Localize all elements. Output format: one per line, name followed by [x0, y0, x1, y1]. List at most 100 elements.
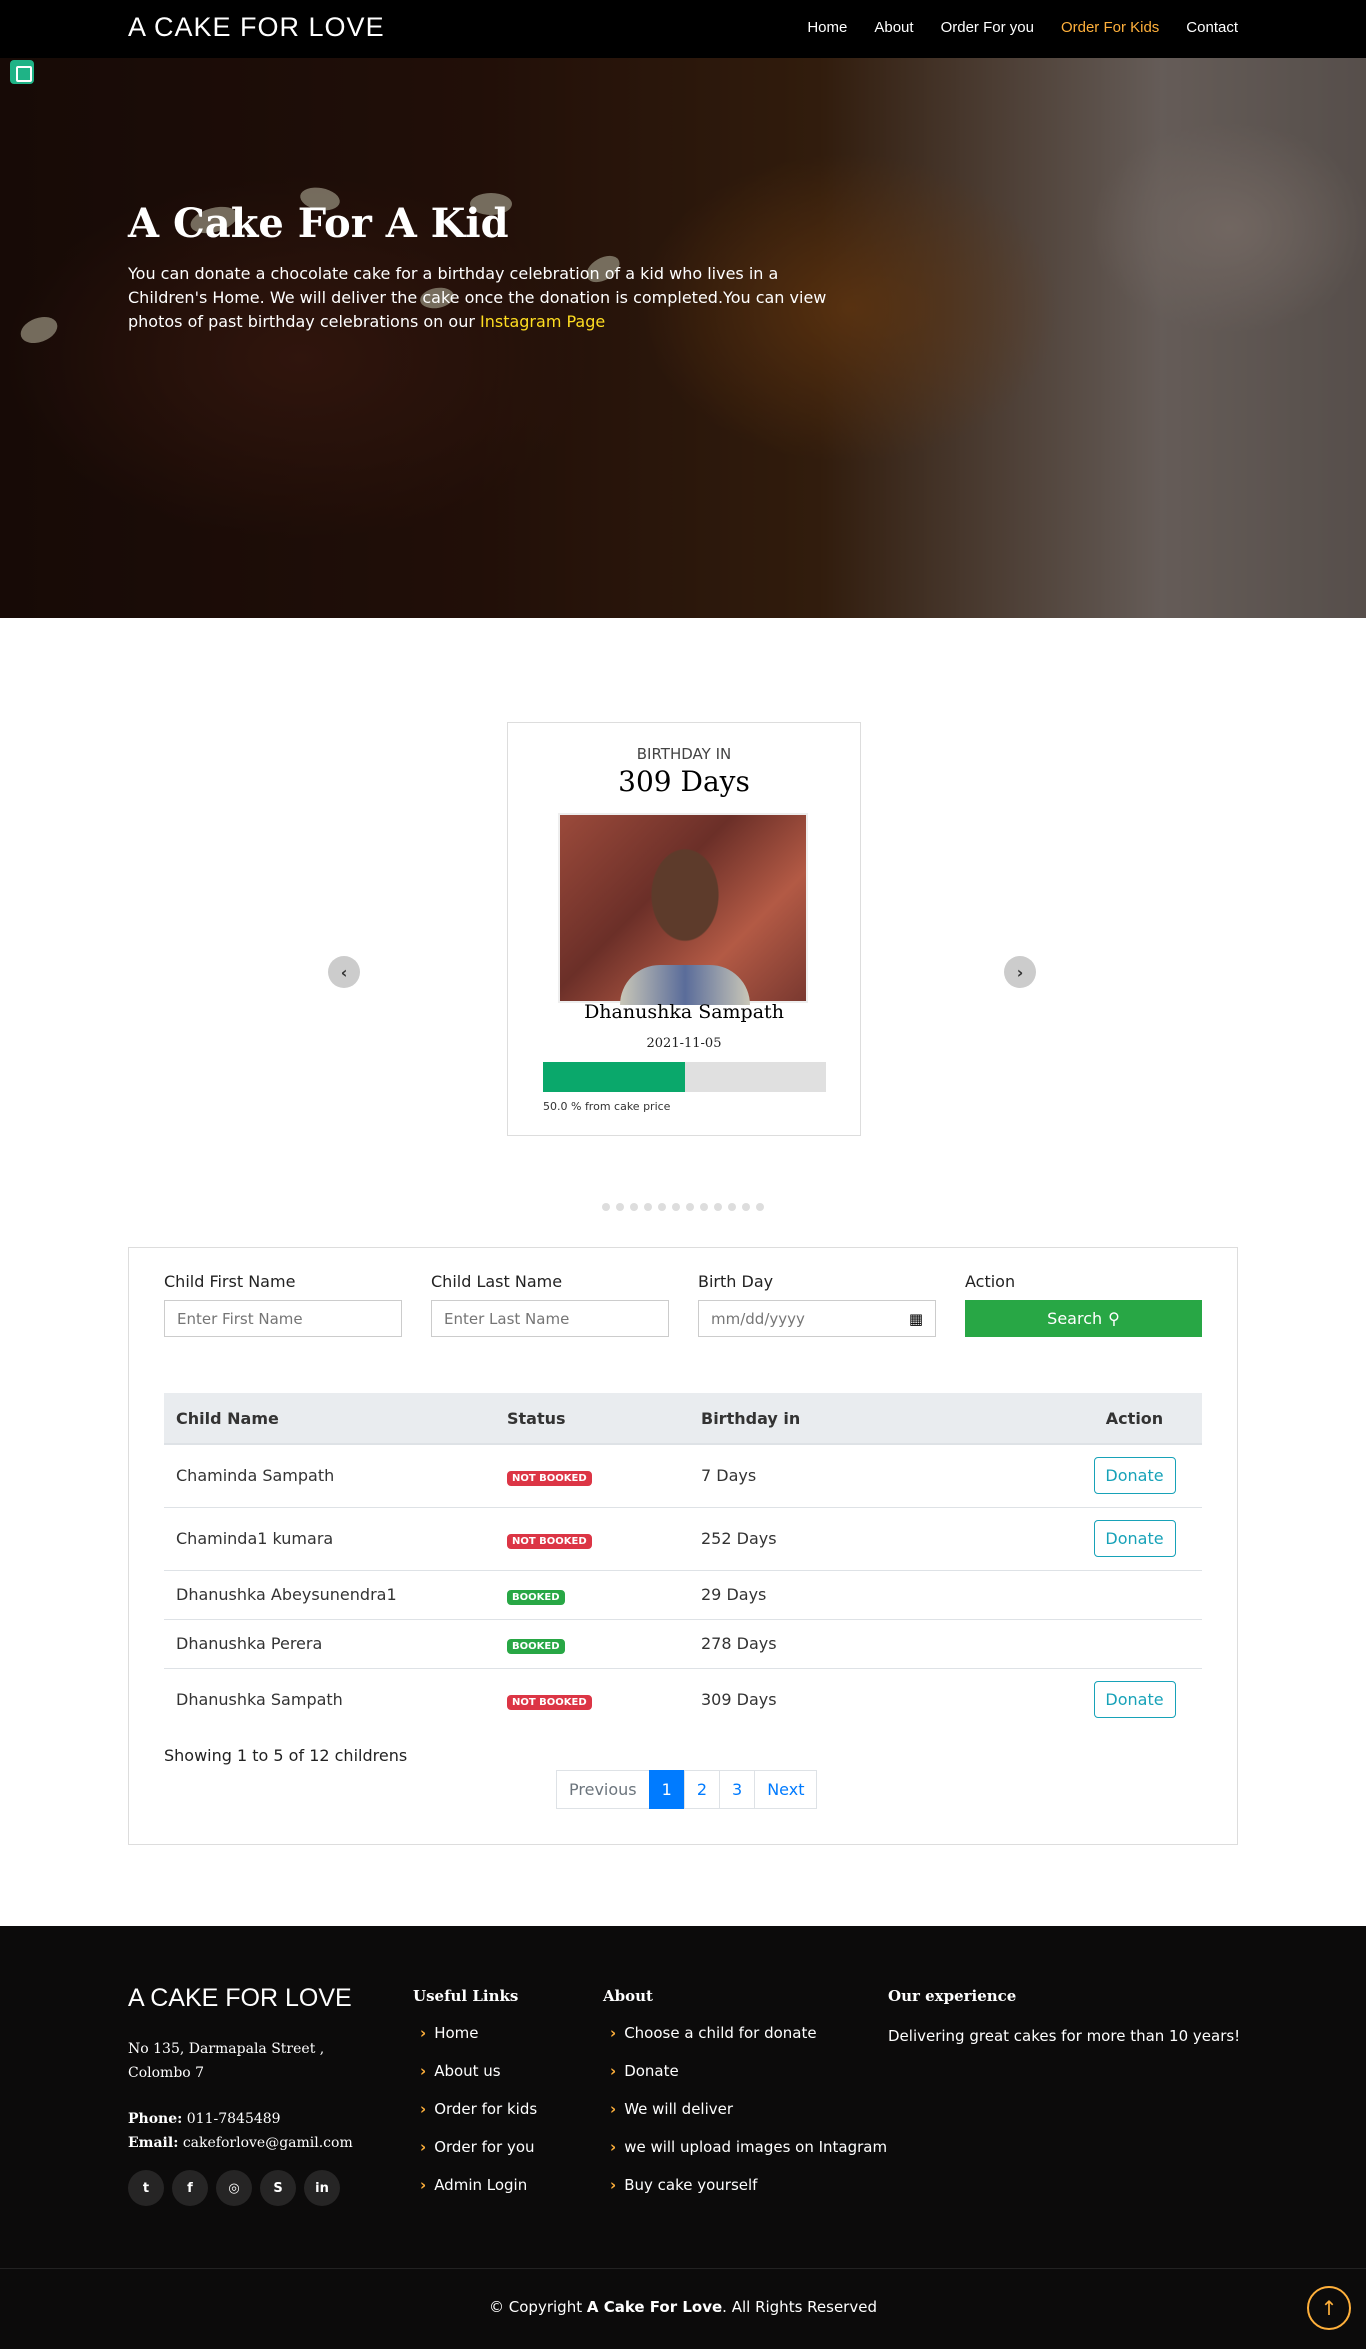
- birthday-label: Birth Day: [698, 1272, 774, 1291]
- about-link-donate[interactable]: Donate: [610, 2062, 887, 2100]
- carousel-indicator[interactable]: [728, 1203, 736, 1211]
- site-logo[interactable]: A CAKE FOR LOVE: [128, 12, 385, 43]
- donate-button[interactable]: Donate: [1093, 1520, 1176, 1557]
- action-cell: [1067, 1618, 1202, 1668]
- carousel-next-button[interactable]: ›: [1004, 956, 1036, 988]
- birthday-placeholder: mm/dd/yyyy: [711, 1309, 805, 1328]
- nav-order-for-you[interactable]: Order For you: [941, 19, 1034, 36]
- page-2[interactable]: 2: [683, 1770, 720, 1809]
- days-count: 309 Days: [618, 765, 750, 798]
- chevron-left-icon: ‹: [340, 962, 348, 982]
- header-action: Action: [1067, 1393, 1202, 1445]
- carousel-indicator[interactable]: [602, 1203, 610, 1211]
- chevron-right-icon: ›: [1016, 962, 1024, 982]
- footer-link-home[interactable]: Home: [420, 2024, 537, 2062]
- action-cell: Donate: [1067, 1667, 1202, 1731]
- showing-count: Showing 1 to 5 of 12 childrens: [164, 1746, 408, 1765]
- donate-button[interactable]: Donate: [1093, 1681, 1176, 1719]
- carousel-indicator[interactable]: [742, 1203, 750, 1211]
- status-badge: NOT BOOKED: [507, 1694, 592, 1710]
- child-birth-date: 2021-11-05: [646, 1036, 722, 1051]
- about-link-choose-child[interactable]: Choose a child for donate: [610, 2024, 887, 2062]
- birthday-date-input[interactable]: mm/dd/yyyy ▦: [698, 1300, 936, 1337]
- donation-progress-bar: [543, 1062, 826, 1092]
- carousel-indicator[interactable]: [672, 1203, 680, 1211]
- table-row: Chaminda1 kumara NOT BOOKED 252 Days Donate: [164, 1506, 1202, 1570]
- facebook-icon[interactable]: f: [172, 2170, 208, 2206]
- about-link-instagram[interactable]: we will upload images on Intagram: [610, 2138, 887, 2176]
- calendar-icon[interactable]: ▦: [909, 1310, 923, 1328]
- status-badge: BOOKED: [507, 1589, 565, 1605]
- footer-address: No 135, Darmapala Street , Colombo 7: [128, 2037, 324, 2085]
- nav-contact[interactable]: Contact: [1186, 19, 1238, 36]
- site-header: A CAKE FOR LOVE Home About Order For you…: [0, 0, 1366, 58]
- nav-about[interactable]: About: [874, 19, 913, 36]
- hero-title: A Cake For A Kid: [128, 200, 509, 247]
- about-link-buy-cake[interactable]: Buy cake yourself: [610, 2176, 887, 2214]
- status-cell: NOT BOOKED: [495, 1506, 689, 1570]
- carousel-indicators: [602, 1203, 764, 1211]
- table-row: Dhanushka Perera BOOKED 278 Days: [164, 1618, 1202, 1668]
- status-cell: NOT BOOKED: [495, 1667, 689, 1731]
- email-value[interactable]: cakeforlove@gamil.com: [183, 2135, 353, 2151]
- about-links-list: Choose a child for donate Donate We will…: [610, 2024, 887, 2214]
- arrow-up-icon: ↑: [1320, 2296, 1338, 2320]
- carousel-indicator[interactable]: [686, 1203, 694, 1211]
- birthday-in-cell: 252 Days: [689, 1506, 1067, 1570]
- instagram-link[interactable]: Instagram Page: [480, 312, 605, 331]
- phone-label: Phone:: [128, 2111, 183, 2127]
- linkedin-icon[interactable]: in: [304, 2170, 340, 2206]
- nav-order-for-kids[interactable]: Order For Kids: [1061, 19, 1159, 36]
- twitter-icon[interactable]: t: [128, 2170, 164, 2206]
- copyright-brand: A Cake For Love: [586, 2298, 723, 2316]
- page-next[interactable]: Next: [754, 1770, 818, 1809]
- status-badge: BOOKED: [507, 1638, 565, 1654]
- carousel-indicator[interactable]: [630, 1203, 638, 1211]
- about-link-deliver[interactable]: We will deliver: [610, 2100, 887, 2138]
- footer-link-admin-login[interactable]: Admin Login: [420, 2176, 537, 2214]
- search-button[interactable]: Search ⚲: [965, 1300, 1202, 1337]
- footer-link-order-kids[interactable]: Order for kids: [420, 2100, 537, 2138]
- action-cell: [1067, 1569, 1202, 1619]
- experience-text: Delivering great cakes for more than 10 …: [888, 2027, 1241, 2045]
- status-cell: NOT BOOKED: [495, 1443, 689, 1507]
- table-row: Dhanushka Sampath NOT BOOKED 309 Days Donat…: [164, 1667, 1202, 1731]
- footer-link-about[interactable]: About us: [420, 2062, 537, 2100]
- carousel-indicator[interactable]: [756, 1203, 764, 1211]
- header-birthday-in[interactable]: Birthday in: [689, 1393, 1067, 1445]
- header-child-name[interactable]: Child Name: [164, 1393, 495, 1445]
- birthday-in-cell: 29 Days: [689, 1569, 1067, 1619]
- instagram-icon[interactable]: ◎: [216, 2170, 252, 2206]
- app-badge-icon[interactable]: [10, 60, 34, 84]
- child-card: BIRTHDAY IN 309 Days Dhanushka Sampath 2…: [507, 722, 861, 1136]
- about-heading: About: [603, 1987, 653, 2005]
- carousel-indicator[interactable]: [658, 1203, 666, 1211]
- carousel-indicator[interactable]: [700, 1203, 708, 1211]
- carousel-indicator[interactable]: [616, 1203, 624, 1211]
- page-1[interactable]: 1: [648, 1770, 685, 1809]
- nav-home[interactable]: Home: [807, 19, 847, 36]
- last-name-input[interactable]: [431, 1300, 669, 1337]
- back-to-top-button[interactable]: ↑: [1307, 2286, 1351, 2330]
- page-previous[interactable]: Previous: [556, 1770, 650, 1809]
- useful-links-heading: Useful Links: [413, 1987, 519, 2005]
- carousel-indicator[interactable]: [714, 1203, 722, 1211]
- header-status[interactable]: Status: [495, 1393, 689, 1445]
- birthday-in-cell: 309 Days: [689, 1667, 1067, 1731]
- email-label: Email:: [128, 2135, 179, 2151]
- child-name-cell: Dhanushka Perera: [164, 1618, 495, 1668]
- footer-link-order-you[interactable]: Order for you: [420, 2138, 537, 2176]
- child-name-cell: Dhanushka Sampath: [164, 1667, 495, 1731]
- carousel-indicator[interactable]: [644, 1203, 652, 1211]
- first-name-label: Child First Name: [164, 1272, 296, 1291]
- table-row: Dhanushka Abeysunendra1 BOOKED 29 Days: [164, 1569, 1202, 1619]
- action-label: Action: [965, 1272, 1016, 1291]
- children-table: Child Name Status Birthday in Action Cha…: [164, 1393, 1202, 1731]
- page-3[interactable]: 3: [719, 1770, 756, 1809]
- carousel-prev-button[interactable]: ‹: [328, 956, 360, 988]
- child-name-cell: Dhanushka Abeysunendra1: [164, 1569, 495, 1619]
- copyright-bar: © Copyright A Cake For Love. All Rights …: [0, 2268, 1366, 2349]
- skype-icon[interactable]: S: [260, 2170, 296, 2206]
- donate-button[interactable]: Donate: [1093, 1457, 1176, 1495]
- first-name-input[interactable]: [164, 1300, 402, 1337]
